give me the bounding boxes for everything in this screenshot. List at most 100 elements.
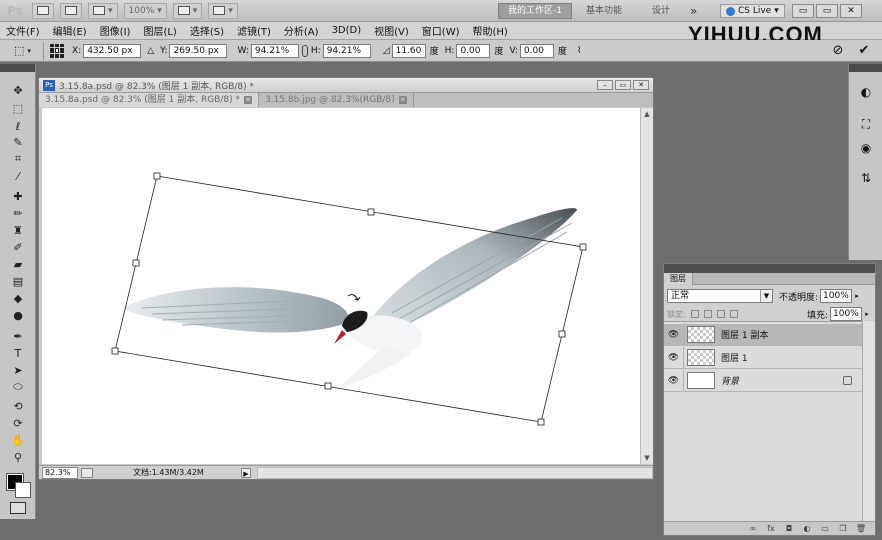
crop-tool-icon[interactable]: ⌗: [10, 151, 26, 167]
lock-transparent-icon[interactable]: [690, 310, 699, 318]
workspace-design-button[interactable]: 设计: [646, 3, 676, 19]
opacity-field[interactable]: 100%: [820, 289, 853, 303]
eyedropper-tool-icon[interactable]: ⁄: [10, 168, 26, 184]
marquee-tool-icon[interactable]: ⬚: [10, 100, 26, 116]
vertical-skew-field[interactable]: 0.00: [519, 43, 554, 58]
layer-style-icon[interactable]: fx: [765, 524, 777, 534]
new-layer-icon[interactable]: ❐: [837, 524, 849, 534]
menu-view[interactable]: 视图(V): [374, 23, 409, 38]
cs-live-button[interactable]: CS Live ▾: [720, 4, 785, 18]
history-brush-tool-icon[interactable]: ✐: [10, 239, 26, 255]
adjustments-icon[interactable]: ◐: [858, 84, 874, 100]
menu-select[interactable]: 选择(S): [190, 23, 224, 38]
adjustment-layer-icon[interactable]: ◐: [801, 524, 813, 534]
pen-tool-icon[interactable]: ✒: [10, 328, 26, 344]
layer-row-background[interactable]: 👁 背景: [664, 369, 862, 392]
zoom-level-field[interactable]: 82.3%: [42, 466, 78, 479]
restore-button[interactable]: ▭: [816, 4, 838, 18]
eraser-tool-icon[interactable]: ▰: [10, 256, 26, 272]
trash-icon[interactable]: 🗑: [855, 524, 867, 534]
status-menu-button[interactable]: ▶: [241, 467, 251, 478]
document-minimize-button[interactable]: –: [597, 80, 613, 90]
link-icon[interactable]: [301, 44, 308, 57]
eye-icon[interactable]: 👁: [664, 369, 684, 392]
tab-3-15-8b[interactable]: 3.15.8b.jpg @ 82.3%(RGB/8) ✕: [259, 93, 414, 107]
screen-mode-button[interactable]: ▾: [208, 2, 238, 19]
width-scale-field[interactable]: 94.21%: [250, 43, 299, 58]
document-horizontal-scrollbar[interactable]: [257, 466, 653, 479]
blur-tool-icon[interactable]: ◆: [10, 290, 26, 306]
layers-panel-header[interactable]: [664, 264, 875, 273]
spot-healing-tool-icon[interactable]: ✚: [10, 188, 26, 204]
relative-position-icon[interactable]: △: [147, 46, 154, 56]
masks-icon[interactable]: ⛶: [858, 116, 874, 132]
scroll-up-icon[interactable]: ▲: [643, 110, 651, 118]
menu-image[interactable]: 图像(I): [100, 23, 131, 38]
document-titlebar[interactable]: Ps 3.15.8a.psd @ 82.3% (图层 1 副本, RGB/8) …: [39, 78, 653, 93]
zoom-tool-icon[interactable]: ⚲: [10, 449, 26, 465]
path-selection-tool-icon[interactable]: ➤: [10, 362, 26, 378]
horizontal-skew-field[interactable]: 0.00: [456, 43, 491, 58]
lasso-tool-icon[interactable]: ℓ: [10, 118, 26, 134]
menu-window[interactable]: 窗口(W): [422, 23, 460, 38]
close-button[interactable]: ✕: [840, 4, 862, 18]
lock-all-icon[interactable]: [729, 310, 738, 318]
menu-3d[interactable]: 3D(D): [332, 25, 362, 36]
tools-panel-header[interactable]: [0, 64, 35, 72]
3d-panel-icon[interactable]: ◉: [858, 140, 874, 156]
eye-icon[interactable]: 👁: [664, 346, 684, 369]
menu-layer[interactable]: 图层(L): [143, 23, 176, 38]
y-position-field[interactable]: 269.50 px: [169, 43, 228, 58]
transform-handle[interactable]: [111, 347, 119, 355]
opacity-slider-toggle[interactable]: ▸: [852, 289, 862, 303]
cancel-transform-button[interactable]: ⊘: [830, 43, 846, 59]
menu-file[interactable]: 文件(F): [6, 23, 40, 38]
lock-position-icon[interactable]: [716, 310, 725, 318]
close-icon[interactable]: ✕: [244, 96, 253, 104]
3d-orbit-tool-icon[interactable]: ⟳: [10, 415, 26, 431]
transform-handle[interactable]: [153, 172, 161, 180]
zoom-level-button[interactable]: 100% ▾: [123, 2, 167, 19]
gradient-tool-icon[interactable]: ▤: [10, 273, 26, 289]
clone-stamp-tool-icon[interactable]: ♜: [10, 222, 26, 238]
document-canvas[interactable]: [42, 108, 640, 464]
minimize-button[interactable]: ▭: [792, 4, 814, 18]
menu-edit[interactable]: 编辑(E): [53, 23, 87, 38]
fill-field[interactable]: 100%: [830, 307, 862, 321]
view-extras-button[interactable]: ▾: [88, 2, 118, 19]
dodge-tool-icon[interactable]: ●: [10, 307, 26, 323]
document-close-button[interactable]: ✕: [633, 80, 649, 90]
menu-analysis[interactable]: 分析(A): [284, 23, 319, 38]
document-vertical-scrollbar[interactable]: ▲ ▼: [640, 108, 653, 464]
scroll-down-icon[interactable]: ▼: [643, 454, 651, 462]
lock-pixels-icon[interactable]: [703, 310, 712, 318]
reference-point-locator[interactable]: [50, 43, 64, 58]
transform-handle[interactable]: [324, 382, 332, 390]
x-position-field[interactable]: 432.50 px: [83, 43, 142, 58]
link-layers-icon[interactable]: ∞: [747, 524, 759, 534]
quick-mask-button[interactable]: [10, 502, 26, 514]
transform-handle[interactable]: [537, 418, 545, 426]
transform-handle[interactable]: [579, 243, 587, 251]
3d-rotate-tool-icon[interactable]: ⟲: [10, 398, 26, 414]
new-group-icon[interactable]: ▭: [819, 524, 831, 534]
more-workspaces-button[interactable]: »: [684, 3, 703, 19]
commit-transform-button[interactable]: ✔: [856, 43, 872, 59]
menu-filter[interactable]: 滤镜(T): [237, 23, 271, 38]
arrange-documents-button[interactable]: ▾: [172, 2, 203, 19]
move-tool-icon[interactable]: ✥: [10, 82, 26, 98]
brush-tool-icon[interactable]: ✏: [10, 205, 26, 221]
tab-layers[interactable]: 图层: [664, 273, 693, 285]
background-color-swatch[interactable]: [15, 482, 31, 498]
height-scale-field[interactable]: 94.21%: [322, 43, 371, 58]
menu-help[interactable]: 帮助(H): [473, 23, 508, 38]
fill-slider-toggle[interactable]: ▸: [862, 307, 872, 321]
document-restore-button[interactable]: ▭: [615, 80, 631, 90]
type-tool-icon[interactable]: T: [10, 345, 26, 361]
bridge-button[interactable]: [32, 2, 54, 19]
dock-header[interactable]: [849, 64, 882, 72]
layers-scrollbar[interactable]: [862, 321, 875, 521]
workspace-my-workspace-button[interactable]: 我的工作区-1: [498, 3, 572, 19]
workspace-essentials-button[interactable]: 基本功能: [580, 3, 628, 19]
rotation-angle-field[interactable]: 11.60: [391, 43, 426, 58]
